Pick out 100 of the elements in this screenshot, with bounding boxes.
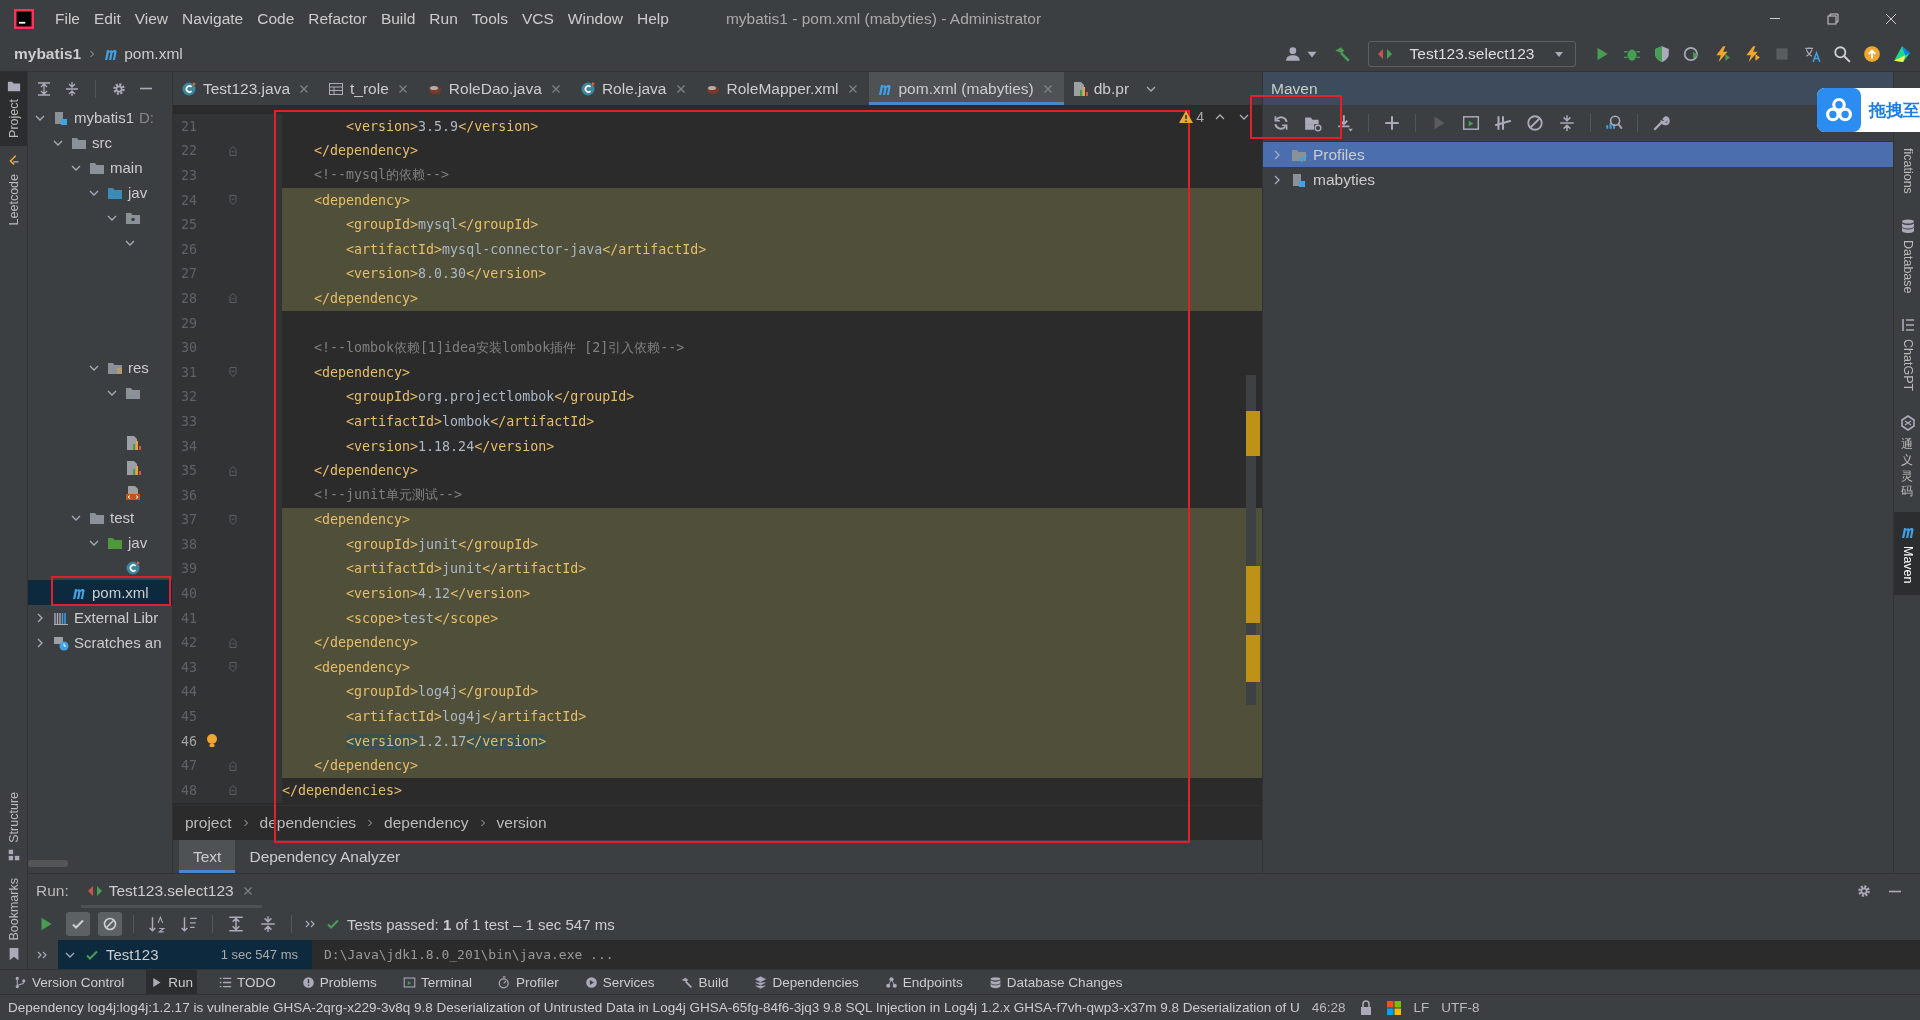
- tree-item[interactable]: main: [28, 155, 172, 180]
- tool-window-tab[interactable]: Maven: [1894, 511, 1920, 596]
- settings-icon: [1856, 883, 1872, 899]
- run-tab[interactable]: Test123.select123: [80, 874, 262, 908]
- services-icon: [584, 975, 598, 989]
- run-config-icon: [86, 883, 103, 899]
- breadcrumb[interactable]: project: [185, 814, 232, 832]
- blocks-icon: [6, 848, 21, 863]
- test-tree-item[interactable]: Test123 1 sec 547 ms: [58, 940, 312, 969]
- cancel-icon: [1526, 114, 1544, 132]
- nav-crumb[interactable]: pom.xml: [124, 45, 183, 63]
- tool-window-tab[interactable]: Project: [0, 71, 27, 146]
- wrench-icon: [1652, 114, 1670, 132]
- breadcrumb[interactable]: dependency: [384, 814, 469, 832]
- code-line: <dependency>: [313, 192, 411, 208]
- expand-all-icon: [36, 80, 52, 97]
- fold-marker-icon: [227, 194, 239, 207]
- code-line: </dependency>: [313, 758, 419, 774]
- panel-title: Run:: [36, 882, 69, 900]
- tool-window-tab[interactable]: Database: [1894, 205, 1920, 306]
- run-config-icon: [1377, 46, 1393, 62]
- list-icon: [219, 975, 233, 989]
- run-config-dropdown[interactable]: Test123.select123: [1368, 41, 1576, 67]
- tool-window-tab[interactable]: Structure: [0, 783, 27, 871]
- editor-tab[interactable]: RoleMapper.xml: [696, 72, 869, 105]
- tool-window-button[interactable]: Build: [676, 970, 733, 994]
- menu-item[interactable]: Refactor: [301, 9, 374, 28]
- tool-window-button[interactable]: Dependencies: [750, 970, 863, 994]
- tool-window-button[interactable]: Run: [146, 970, 198, 994]
- tree-item[interactable]: mabyties: [1263, 167, 1893, 192]
- nav-crumb[interactable]: mybatis1: [14, 45, 82, 63]
- tool-window-button[interactable]: Version Control: [10, 970, 129, 994]
- menu-item[interactable]: Navigate: [175, 9, 251, 28]
- plus-icon: [1383, 114, 1401, 132]
- menu-item[interactable]: Edit: [87, 9, 128, 28]
- window-title: mybatis1 - pom.xml (mabyties) - Administrator: [725, 9, 1042, 28]
- line-ending[interactable]: LF: [1413, 1000, 1430, 1015]
- breadcrumb[interactable]: version: [496, 814, 547, 832]
- menu-item[interactable]: Help: [630, 9, 676, 28]
- tool-window-button[interactable]: Services: [580, 970, 659, 994]
- windows-icon: [1385, 999, 1402, 1016]
- editor-mode-tab[interactable]: Text: [179, 840, 236, 873]
- warning-count[interactable]: 4: [1178, 109, 1204, 125]
- hide-icon: [139, 87, 153, 90]
- drag-widget[interactable]: 拖拽至: [1817, 88, 1920, 132]
- tool-window-button[interactable]: Endpoints: [880, 970, 967, 994]
- sort-az-icon: [148, 915, 166, 933]
- lightbulb-icon: [204, 733, 220, 750]
- tool-window-button[interactable]: Problems: [297, 970, 381, 994]
- tree-item[interactable]: External Libr: [28, 605, 172, 630]
- tree-item[interactable]: src: [28, 130, 172, 155]
- tree-item[interactable]: test: [28, 505, 172, 530]
- search-icon: [1833, 45, 1851, 63]
- refresh-icon: [1272, 114, 1290, 132]
- tool-window-tab[interactable]: Bookmarks: [0, 870, 27, 969]
- tree-item[interactable]: Scratches an: [28, 630, 172, 655]
- tool-window-button[interactable]: Profiler: [493, 970, 563, 994]
- editor-tab[interactable]: RoleDao.java: [418, 72, 572, 105]
- menu-item[interactable]: Window: [560, 9, 630, 28]
- tool-window-tab[interactable]: fications: [1894, 136, 1920, 206]
- menu-item[interactable]: VCS: [514, 9, 561, 28]
- editor-tab[interactable]: Test123.java: [173, 72, 321, 105]
- tool-window-button[interactable]: Terminal: [398, 970, 476, 994]
- code-line: </dependency>: [313, 635, 419, 651]
- class-icon: [181, 80, 197, 97]
- editor-mode-tab[interactable]: Dependency Analyzer: [235, 840, 415, 873]
- show-passed-toggle[interactable]: [66, 912, 90, 936]
- file-encoding[interactable]: UTF-8: [1441, 1000, 1480, 1015]
- editor-tab[interactable]: Role.java: [571, 72, 697, 105]
- menu-item[interactable]: Run: [422, 9, 465, 28]
- tree-item[interactable]: jav: [28, 180, 172, 205]
- code-line: <version>1.2.17</version>: [345, 733, 547, 749]
- status-message[interactable]: Dependency log4j:log4j:1.2.17 is vulnerable GHSA-2qrg-x229-3v8q 9.8 Deserialization of Untrusted Data in Log4j GHSA-65fg-84f6-3jq3 9.8 SQL Injection in Log4j 1.2.x GHSA-f7vh-qwp3-x37m 9.8 Deserialization of U: [8, 1000, 1300, 1015]
- collapse-icon: [1558, 114, 1576, 132]
- tool-window-button[interactable]: TODO: [215, 970, 280, 994]
- tree-item[interactable]: res: [28, 355, 172, 380]
- fold-marker-icon: [227, 366, 239, 379]
- menu-item[interactable]: View: [127, 9, 176, 28]
- menu-item[interactable]: Build: [373, 9, 423, 28]
- menu-item[interactable]: Tools: [464, 9, 515, 28]
- editor-tab[interactable]: t_role: [320, 72, 419, 105]
- tool-window-tab[interactable]: ChatGPT: [1894, 305, 1920, 404]
- editor-tab[interactable]: db.pr: [1063, 72, 1138, 105]
- code-line: <dependency>: [313, 659, 411, 675]
- hide-icon: [1888, 889, 1902, 893]
- menu-item[interactable]: Code: [250, 9, 302, 28]
- show-ignored-toggle[interactable]: [98, 912, 122, 936]
- code-line: <artifactId>junit</artifactId>: [345, 561, 587, 577]
- menu-item[interactable]: File: [48, 9, 87, 28]
- tool-window-tab[interactable]: Leetcode: [0, 145, 27, 234]
- panel-title: Maven: [1270, 79, 1318, 98]
- tree-item[interactable]: mybatis1 D:: [28, 105, 172, 130]
- tree-item[interactable]: jav: [28, 530, 172, 555]
- terminal-icon: [1462, 114, 1480, 132]
- scrollbar-thumb[interactable]: [28, 860, 68, 867]
- tool-window-button[interactable]: Database Changes: [984, 970, 1127, 994]
- tree-item[interactable]: pom.xml: [28, 580, 172, 605]
- editor-tab[interactable]: pom.xml (mabyties): [868, 72, 1064, 105]
- tool-window-tab[interactable]: 通义灵码: [1894, 403, 1920, 512]
- caret-position[interactable]: 46:28: [1311, 1000, 1346, 1015]
